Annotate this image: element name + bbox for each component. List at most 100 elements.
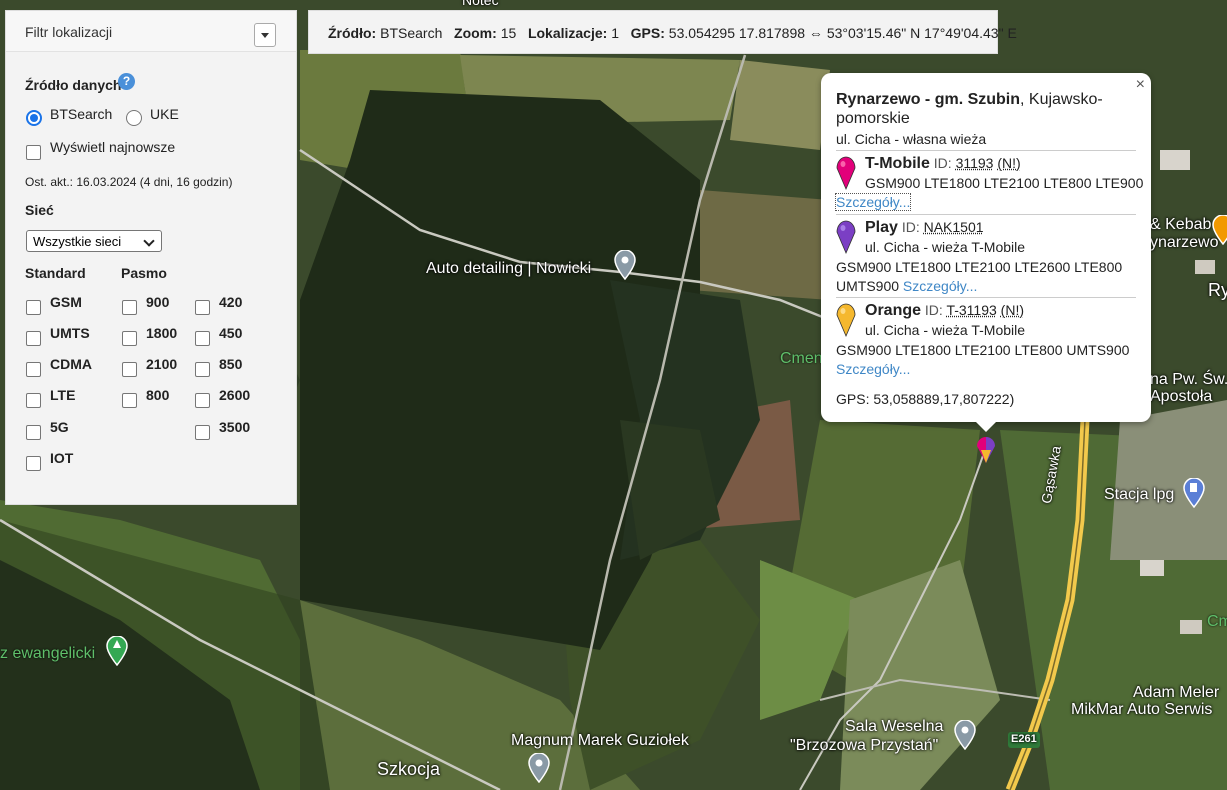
map-pin-icon[interactable] <box>528 753 550 783</box>
standard-label-gsm[interactable]: GSM <box>50 294 82 310</box>
band-checkbox-2100[interactable] <box>122 362 137 377</box>
poi-label-mikmar[interactable]: MikMar Auto Serwis <box>1071 701 1212 719</box>
band-checkbox-800[interactable] <box>122 393 137 408</box>
road-label-e261: E261 <box>1011 733 1037 745</box>
place-label-szkocja: Szkocja <box>377 759 440 780</box>
operator-location: ul. Cicha - wieża T-Mobile <box>865 239 1025 255</box>
band-label-450[interactable]: 450 <box>219 325 242 341</box>
band-label-1800[interactable]: 1800 <box>146 325 177 341</box>
popup-place-region: , Kujawsko- <box>1020 91 1103 108</box>
standard-checkbox-umts[interactable] <box>26 331 41 346</box>
filter-title: Filtr lokalizacji <box>25 24 112 40</box>
band-checkbox-450[interactable] <box>195 331 210 346</box>
operator-bands: GSM900 LTE1800 LTE2100 LTE2600 LTE800 <box>836 259 1122 275</box>
band-label-800[interactable]: 800 <box>146 387 169 403</box>
band-checkbox-3500[interactable] <box>195 425 210 440</box>
map-pin-icon[interactable] <box>954 720 976 750</box>
source-label: Źródło danych <box>25 77 121 93</box>
details-link-play[interactable]: Szczegóły... <box>903 278 977 294</box>
poi-label-brzozowa[interactable]: "Brzozowa Przystań" <box>790 737 938 755</box>
close-icon[interactable]: × <box>1136 76 1145 94</box>
band-checkbox-2600[interactable] <box>195 393 210 408</box>
operator-id[interactable]: 31193 <box>956 155 994 171</box>
last-update-text: Ost. akt.: 16.03.2024 (4 dni, 16 godzin) <box>25 175 232 189</box>
play-pin-icon <box>836 220 856 254</box>
poi-label-cm[interactable]: Cm <box>1207 613 1227 631</box>
location-filter-panel: Filtr lokalizacji Źródło danych ? BTSear… <box>5 10 297 505</box>
band-label-900[interactable]: 900 <box>146 294 169 310</box>
radio-uke-label[interactable]: UKE <box>150 106 179 122</box>
operator-id-label: ID: <box>934 155 952 171</box>
operator-header-orange: Orange ID: T-31193 (N!) <box>865 302 1024 320</box>
restaurant-pin-icon[interactable] <box>1212 215 1227 245</box>
poi-label-sala-weselna[interactable]: Sala Weselna <box>845 718 943 736</box>
radio-btsearch-label[interactable]: BTSearch <box>50 106 112 122</box>
cemetery-pin-icon[interactable] <box>106 636 128 666</box>
show-newest-checkbox[interactable] <box>26 145 41 160</box>
poi-label-church-2[interactable]: Apostoła <box>1150 388 1212 406</box>
standard-label: Standard <box>25 265 86 281</box>
band-label-850[interactable]: 850 <box>219 356 242 372</box>
show-newest-label[interactable]: Wyświetl najnowsze <box>50 139 175 155</box>
map-pin-icon[interactable] <box>614 250 636 280</box>
bts-marker-icon[interactable] <box>976 436 996 464</box>
operator-flag[interactable]: (N!) <box>997 155 1020 171</box>
radio-btsearch[interactable] <box>26 110 42 126</box>
poi-label-church-1[interactable]: na Pw. Św. <box>1150 371 1227 389</box>
operator-id[interactable]: NAK1501 <box>924 219 984 235</box>
standard-label-5g[interactable]: 5G <box>50 419 69 435</box>
standard-checkbox-iot[interactable] <box>26 456 41 471</box>
band-label-420[interactable]: 420 <box>219 294 242 310</box>
operator-flag[interactable]: (N!) <box>1001 302 1024 318</box>
orange-pin-icon <box>836 303 856 337</box>
standard-label-cdma[interactable]: CDMA <box>50 356 92 372</box>
help-icon[interactable]: ? <box>118 73 135 90</box>
standard-checkbox-cdma[interactable] <box>26 362 41 377</box>
t-mobile-pin-icon <box>836 156 856 190</box>
operator-header-t-mobile: T-Mobile ID: 31193 (N!) <box>865 155 1021 173</box>
poi-label-stacja-lpg[interactable]: Stacja lpg <box>1104 486 1174 504</box>
status-source-key: Źródło: <box>328 25 376 41</box>
band-checkbox-1800[interactable] <box>122 331 137 346</box>
standard-checkbox-5g[interactable] <box>26 425 41 440</box>
popup-address: ul. Cicha - własna wieża <box>836 131 986 147</box>
network-label: Sieć <box>25 202 54 218</box>
status-source-value: BTSearch <box>380 25 442 41</box>
details-link-orange[interactable]: Szczegóły... <box>836 361 910 377</box>
poi-label-auto-detailing[interactable]: Auto detailing | Nowicki <box>426 260 591 278</box>
band-checkbox-900[interactable] <box>122 300 137 315</box>
status-row: Źródło: BTSearch Zoom: 15 Lokalizacje: 1… <box>328 25 1017 41</box>
poi-label-cemetery[interactable]: z ewangelicki <box>0 645 95 663</box>
poi-label-kebab[interactable]: & Kebab <box>1150 216 1211 234</box>
fuel-pin-icon[interactable] <box>1183 478 1205 508</box>
status-gps-value: 53.054295 17.817898 ⇔ 53°03'15.46" N 17°… <box>669 25 1017 41</box>
operator-location: ul. Cicha - wieża T-Mobile <box>865 322 1025 338</box>
popup-place-region-2: pomorskie <box>836 110 910 128</box>
status-locations-value: 1 <box>611 25 619 41</box>
standard-label-iot[interactable]: IOT <box>50 450 73 466</box>
poi-label-kebab-rynarzewo[interactable]: ynarzewo <box>1150 234 1218 252</box>
operator-bands: GSM900 LTE1800 LTE2100 LTE800 UMTS900 <box>836 342 1129 358</box>
operator-name: Orange <box>865 302 921 319</box>
network-select[interactable]: Wszystkie sieci <box>26 230 162 252</box>
band-checkbox-850[interactable] <box>195 362 210 377</box>
poi-label-adam-meler[interactable]: Adam Meler <box>1133 684 1219 702</box>
band-label-3500[interactable]: 3500 <box>219 419 250 435</box>
standard-checkbox-lte[interactable] <box>26 393 41 408</box>
details-link-t-mobile[interactable]: Szczegóły... <box>836 194 910 210</box>
filter-collapse-button[interactable] <box>254 23 276 47</box>
standard-label-lte[interactable]: LTE <box>50 387 75 403</box>
river-label-notec: Noteć <box>462 0 499 8</box>
poi-label-cmen[interactable]: Cmen <box>780 350 823 368</box>
standard-checkbox-gsm[interactable] <box>26 300 41 315</box>
operator-name: Play <box>865 219 898 236</box>
standard-label-umts[interactable]: UMTS <box>50 325 90 341</box>
radio-uke[interactable] <box>126 110 142 126</box>
operator-id-label: ID: <box>925 302 943 318</box>
operator-id[interactable]: T-31193 <box>946 302 996 318</box>
filter-header: Filtr lokalizacji <box>6 11 296 52</box>
band-label-2600[interactable]: 2600 <box>219 387 250 403</box>
band-checkbox-420[interactable] <box>195 300 210 315</box>
band-label-2100[interactable]: 2100 <box>146 356 177 372</box>
poi-label-magnum[interactable]: Magnum Marek Guziołek <box>511 732 689 750</box>
